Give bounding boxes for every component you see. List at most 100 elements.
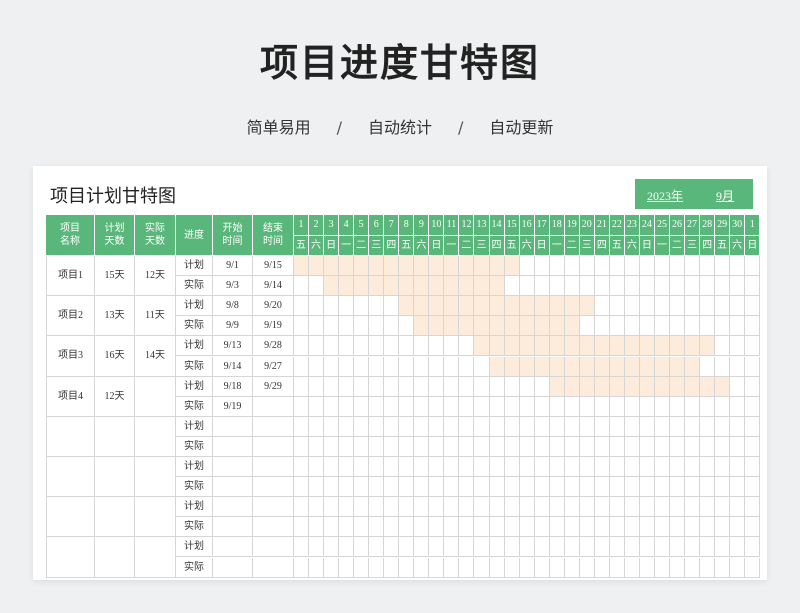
period-selector[interactable]: 2023年 9月 [635, 179, 753, 209]
month-select[interactable]: 9月 [716, 187, 734, 204]
gantt-day-cell [654, 316, 670, 337]
gantt-day-cell [534, 497, 550, 518]
actual-start-cell: 9/9 [213, 316, 253, 337]
gantt-day-cell [519, 256, 535, 277]
gantt-bar-cell [654, 356, 670, 377]
gantt-day-cell [399, 316, 415, 337]
gantt-day-cell [549, 557, 565, 578]
gantt-day-cell [354, 457, 370, 478]
gantt-day-cell [429, 336, 445, 357]
gantt-day-cell [715, 457, 731, 478]
gantt-day-cell [429, 436, 445, 457]
gantt-day-cell [700, 276, 716, 297]
gantt-day-cell [685, 537, 701, 558]
gantt-day-cell [339, 477, 355, 498]
gantt-day-cell [609, 497, 625, 518]
gantt-day-cell [489, 396, 505, 417]
actual-days-cell [135, 497, 176, 538]
gantt-day-cell [654, 557, 670, 578]
gantt-day-cell [609, 296, 625, 317]
gantt-day-cell [519, 416, 535, 437]
gantt-day-cell [459, 436, 475, 457]
gantt-day-cell [459, 356, 475, 377]
plan-start-cell [213, 416, 253, 437]
project-name-cell: 项目3 [46, 336, 95, 377]
gantt-day-cell [354, 416, 370, 437]
gantt-day-cell [685, 557, 701, 578]
gantt-day-cell [715, 517, 731, 538]
separator: / [458, 118, 464, 137]
day-number-header: 8 [399, 215, 415, 236]
gantt-day-cell [294, 376, 310, 397]
gantt-bar-cell [474, 296, 490, 317]
gantt-bar-cell [339, 276, 355, 297]
gantt-day-cell [579, 557, 595, 578]
gantt-day-cell [715, 276, 731, 297]
gantt-day-cell [309, 276, 325, 297]
gantt-day-cell [339, 296, 355, 317]
gantt-day-cell [730, 276, 746, 297]
gantt-day-cell [594, 396, 610, 417]
day-number-header: 1 [745, 215, 761, 236]
gantt-day-cell [324, 457, 340, 478]
weekday-header: 二 [670, 235, 686, 256]
gantt-day-cell [745, 256, 761, 277]
day-number-header: 5 [354, 215, 370, 236]
gantt-day-cell [324, 416, 340, 437]
gantt-day-cell [715, 557, 731, 578]
gantt-day-cell [414, 517, 430, 538]
gantt-bar-cell [504, 316, 520, 337]
gantt-bar-cell [564, 316, 580, 337]
gantt-day-cell [489, 457, 505, 478]
gantt-bar-cell [354, 276, 370, 297]
gantt-day-cell [745, 336, 761, 357]
gantt-day-cell [715, 497, 731, 518]
gantt-day-cell [745, 557, 761, 578]
gantt-day-cell [745, 457, 761, 478]
gantt-day-cell [519, 457, 535, 478]
gantt-day-cell [429, 537, 445, 558]
gantt-day-cell [639, 477, 655, 498]
gantt-day-cell [354, 557, 370, 578]
gantt-day-cell [670, 316, 686, 337]
gantt-bar-cell [715, 376, 731, 397]
gantt-day-cell [700, 316, 716, 337]
gantt-day-cell [504, 557, 520, 578]
feature-easy: 简单易用 [246, 118, 311, 137]
gantt-bar-cell [670, 376, 686, 397]
actual-label-cell: 实际 [176, 356, 213, 377]
gantt-day-cell [309, 457, 325, 478]
day-number-header: 27 [685, 215, 701, 236]
gantt-day-cell [459, 457, 475, 478]
gantt-day-cell [294, 336, 310, 357]
gantt-day-cell [715, 477, 731, 498]
actual-label-cell: 实际 [176, 276, 213, 297]
gantt-day-cell [730, 457, 746, 478]
actual-end-cell: 9/27 [253, 356, 294, 377]
weekday-header: 六 [414, 235, 430, 256]
gantt-day-cell [624, 557, 640, 578]
gantt-day-cell [670, 436, 686, 457]
gantt-day-cell [504, 517, 520, 538]
gantt-day-cell [354, 537, 370, 558]
gantt-day-cell [624, 497, 640, 518]
gantt-day-cell [715, 336, 731, 357]
gantt-day-cell [670, 477, 686, 498]
day-number-header: 3 [324, 215, 340, 236]
year-select[interactable]: 2023年 [647, 187, 683, 204]
gantt-day-cell [369, 457, 385, 478]
gantt-day-cell [354, 336, 370, 357]
sheet-title: 项目计划甘特图 [50, 186, 176, 207]
gantt-day-cell [459, 336, 475, 357]
gantt-bar-cell [685, 376, 701, 397]
plan-days-cell [95, 457, 135, 498]
gantt-day-cell [609, 517, 625, 538]
gantt-day-cell [489, 376, 505, 397]
gantt-day-cell [700, 557, 716, 578]
gantt-day-cell [384, 497, 400, 518]
gantt-day-cell [549, 276, 565, 297]
gantt-day-cell [730, 256, 746, 277]
gantt-day-cell [294, 457, 310, 478]
gantt-day-cell [474, 376, 490, 397]
gantt-day-cell [489, 557, 505, 578]
